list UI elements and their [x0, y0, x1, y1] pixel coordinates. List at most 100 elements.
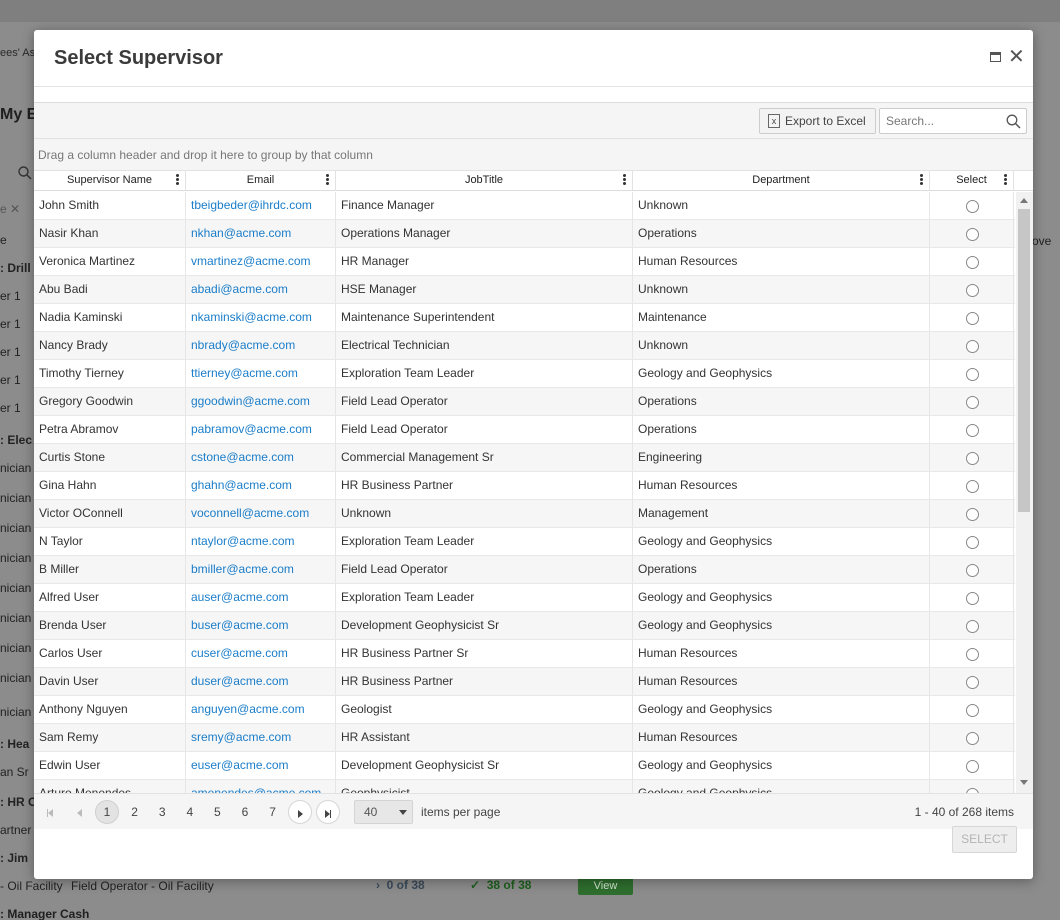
table-row[interactable]: Brenda User buser@acme.com Development Geo… [34, 612, 1015, 640]
email-cell[interactable]: sremy@acme.com [186, 724, 336, 751]
email-cell[interactable]: nkhan@acme.com [186, 220, 336, 247]
email-cell[interactable]: ggoodwin@acme.com [186, 388, 336, 415]
first-page-icon[interactable] [38, 800, 62, 824]
select-radio[interactable] [966, 648, 979, 661]
page-number-button[interactable]: 5 [205, 800, 229, 824]
select-radio[interactable] [966, 424, 979, 437]
select-radio[interactable] [966, 368, 979, 381]
email-cell[interactable]: buser@acme.com [186, 612, 336, 639]
supervisor-name-cell: Abu Badi [34, 276, 186, 303]
table-row[interactable]: B Miller bmiller@acme.com Field Lead Opera… [34, 556, 1015, 584]
select-radio[interactable] [966, 564, 979, 577]
search-icon[interactable] [1006, 114, 1021, 129]
select-cell [930, 360, 1014, 387]
table-row[interactable]: Anthony Nguyen anguyen@acme.com Geologist G… [34, 696, 1015, 724]
select-radio[interactable] [966, 396, 979, 409]
email-cell[interactable]: voconnell@acme.com [186, 500, 336, 527]
table-row[interactable]: Nancy Brady nbrady@acme.com Electrical Tec… [34, 332, 1015, 360]
column-header-select[interactable]: Select [930, 171, 1014, 191]
group-by-drop-area[interactable]: Drag a column header and drop it here to… [34, 139, 1033, 171]
table-row[interactable]: Victor OConnell voconnell@acme.com Unknown… [34, 500, 1015, 528]
export-to-excel-button[interactable]: x Export to Excel [759, 108, 876, 134]
table-row[interactable]: Timothy Tierney ttierney@acme.com Explorat… [34, 360, 1015, 388]
select-radio[interactable] [966, 480, 979, 493]
table-row[interactable]: N Taylor ntaylor@acme.com Exploration Team… [34, 528, 1015, 556]
table-row[interactable]: Petra Abramov pabramov@acme.com Field Lead… [34, 416, 1015, 444]
email-cell[interactable]: cstone@acme.com [186, 444, 336, 471]
page-number-button[interactable]: 4 [178, 800, 202, 824]
page-number-button[interactable]: 1 [95, 800, 119, 824]
vertical-dots-icon[interactable] [918, 173, 924, 187]
search-input[interactable] [880, 109, 1002, 133]
table-row[interactable]: Veronica Martinez vmartinez@acme.com HR Ma… [34, 248, 1015, 276]
table-row[interactable]: Davin User duser@acme.com HR Business Part… [34, 668, 1015, 696]
vertical-dots-icon[interactable] [621, 173, 627, 187]
select-radio[interactable] [966, 760, 979, 773]
table-row[interactable]: John Smith tbeigbeder@ihrdc.com Finance Ma… [34, 192, 1015, 220]
table-row[interactable]: Abu Badi abadi@acme.com HSE Manager Unknown [34, 276, 1015, 304]
select-radio[interactable] [966, 284, 979, 297]
background-row-label: er 1 [0, 289, 21, 303]
page-number-button[interactable]: 7 [261, 800, 285, 824]
vertical-dots-icon[interactable] [324, 173, 330, 187]
email-cell[interactable]: auser@acme.com [186, 584, 336, 611]
email-cell[interactable]: euser@acme.com [186, 752, 336, 779]
vertical-scrollbar[interactable] [1016, 192, 1033, 796]
close-icon[interactable]: ✕ [1008, 47, 1025, 67]
email-cell[interactable]: ntaylor@acme.com [186, 528, 336, 555]
select-radio[interactable] [966, 228, 979, 241]
select-radio[interactable] [966, 312, 979, 325]
column-header-jobtitle[interactable]: JobTitle [336, 171, 633, 191]
table-row[interactable]: Nasir Khan nkhan@acme.com Operations Manag… [34, 220, 1015, 248]
column-header-department[interactable]: Department [633, 171, 930, 191]
page-number-button[interactable]: 3 [150, 800, 174, 824]
vertical-dots-icon[interactable] [1002, 173, 1008, 187]
page-number-button[interactable]: 6 [233, 800, 257, 824]
select-radio[interactable] [966, 536, 979, 549]
table-row[interactable]: Sam Remy sremy@acme.com HR Assistant Human … [34, 724, 1015, 752]
window-maximize-icon[interactable] [987, 49, 1003, 65]
email-cell[interactable]: ghahn@acme.com [186, 472, 336, 499]
select-radio[interactable] [966, 620, 979, 633]
select-radio[interactable] [966, 508, 979, 521]
email-cell[interactable]: bmiller@acme.com [186, 556, 336, 583]
vertical-dots-icon[interactable] [174, 173, 180, 187]
table-row[interactable]: Carlos User cuser@acme.com HR Business Par… [34, 640, 1015, 668]
select-radio[interactable] [966, 256, 979, 269]
select-radio[interactable] [966, 732, 979, 745]
email-cell[interactable]: abadi@acme.com [186, 276, 336, 303]
table-row[interactable]: Alfred User auser@acme.com Exploration Tea… [34, 584, 1015, 612]
select-button[interactable]: SELECT [952, 826, 1017, 853]
last-page-icon[interactable] [316, 800, 340, 824]
select-radio[interactable] [966, 592, 979, 605]
select-radio[interactable] [966, 704, 979, 717]
table-row[interactable]: Nadia Kaminski nkaminski@acme.com Maintena… [34, 304, 1015, 332]
table-row[interactable]: Gregory Goodwin ggoodwin@acme.com Field Le… [34, 388, 1015, 416]
select-radio[interactable] [966, 340, 979, 353]
email-cell[interactable]: anguyen@acme.com [186, 696, 336, 723]
column-header-email[interactable]: Email [186, 171, 336, 191]
table-row[interactable]: Gina Hahn ghahn@acme.com HR Business Partn… [34, 472, 1015, 500]
select-radio[interactable] [966, 452, 979, 465]
email-cell[interactable]: pabramov@acme.com [186, 416, 336, 443]
table-row[interactable]: Edwin User euser@acme.com Development Geop… [34, 752, 1015, 780]
scrollbar-thumb[interactable] [1018, 209, 1030, 512]
next-page-icon[interactable] [288, 800, 312, 824]
scroll-up-arrow-icon[interactable] [1020, 198, 1028, 203]
scroll-down-arrow-icon[interactable] [1020, 780, 1028, 785]
supervisor-name-cell: Sam Remy [34, 724, 186, 751]
select-radio[interactable] [966, 200, 979, 213]
table-row[interactable]: Curtis Stone cstone@acme.com Commercial Ma… [34, 444, 1015, 472]
previous-page-icon[interactable] [67, 800, 91, 824]
column-header-supervisor-name[interactable]: Supervisor Name [34, 171, 186, 191]
page-size-dropdown[interactable]: 40 [354, 800, 413, 824]
page-number-button[interactable]: 2 [123, 800, 147, 824]
email-cell[interactable]: nkaminski@acme.com [186, 304, 336, 331]
select-radio[interactable] [966, 676, 979, 689]
email-cell[interactable]: tbeigbeder@ihrdc.com [186, 192, 336, 219]
email-cell[interactable]: ttierney@acme.com [186, 360, 336, 387]
email-cell[interactable]: nbrady@acme.com [186, 332, 336, 359]
email-cell[interactable]: duser@acme.com [186, 668, 336, 695]
email-cell[interactable]: vmartinez@acme.com [186, 248, 336, 275]
email-cell[interactable]: cuser@acme.com [186, 640, 336, 667]
